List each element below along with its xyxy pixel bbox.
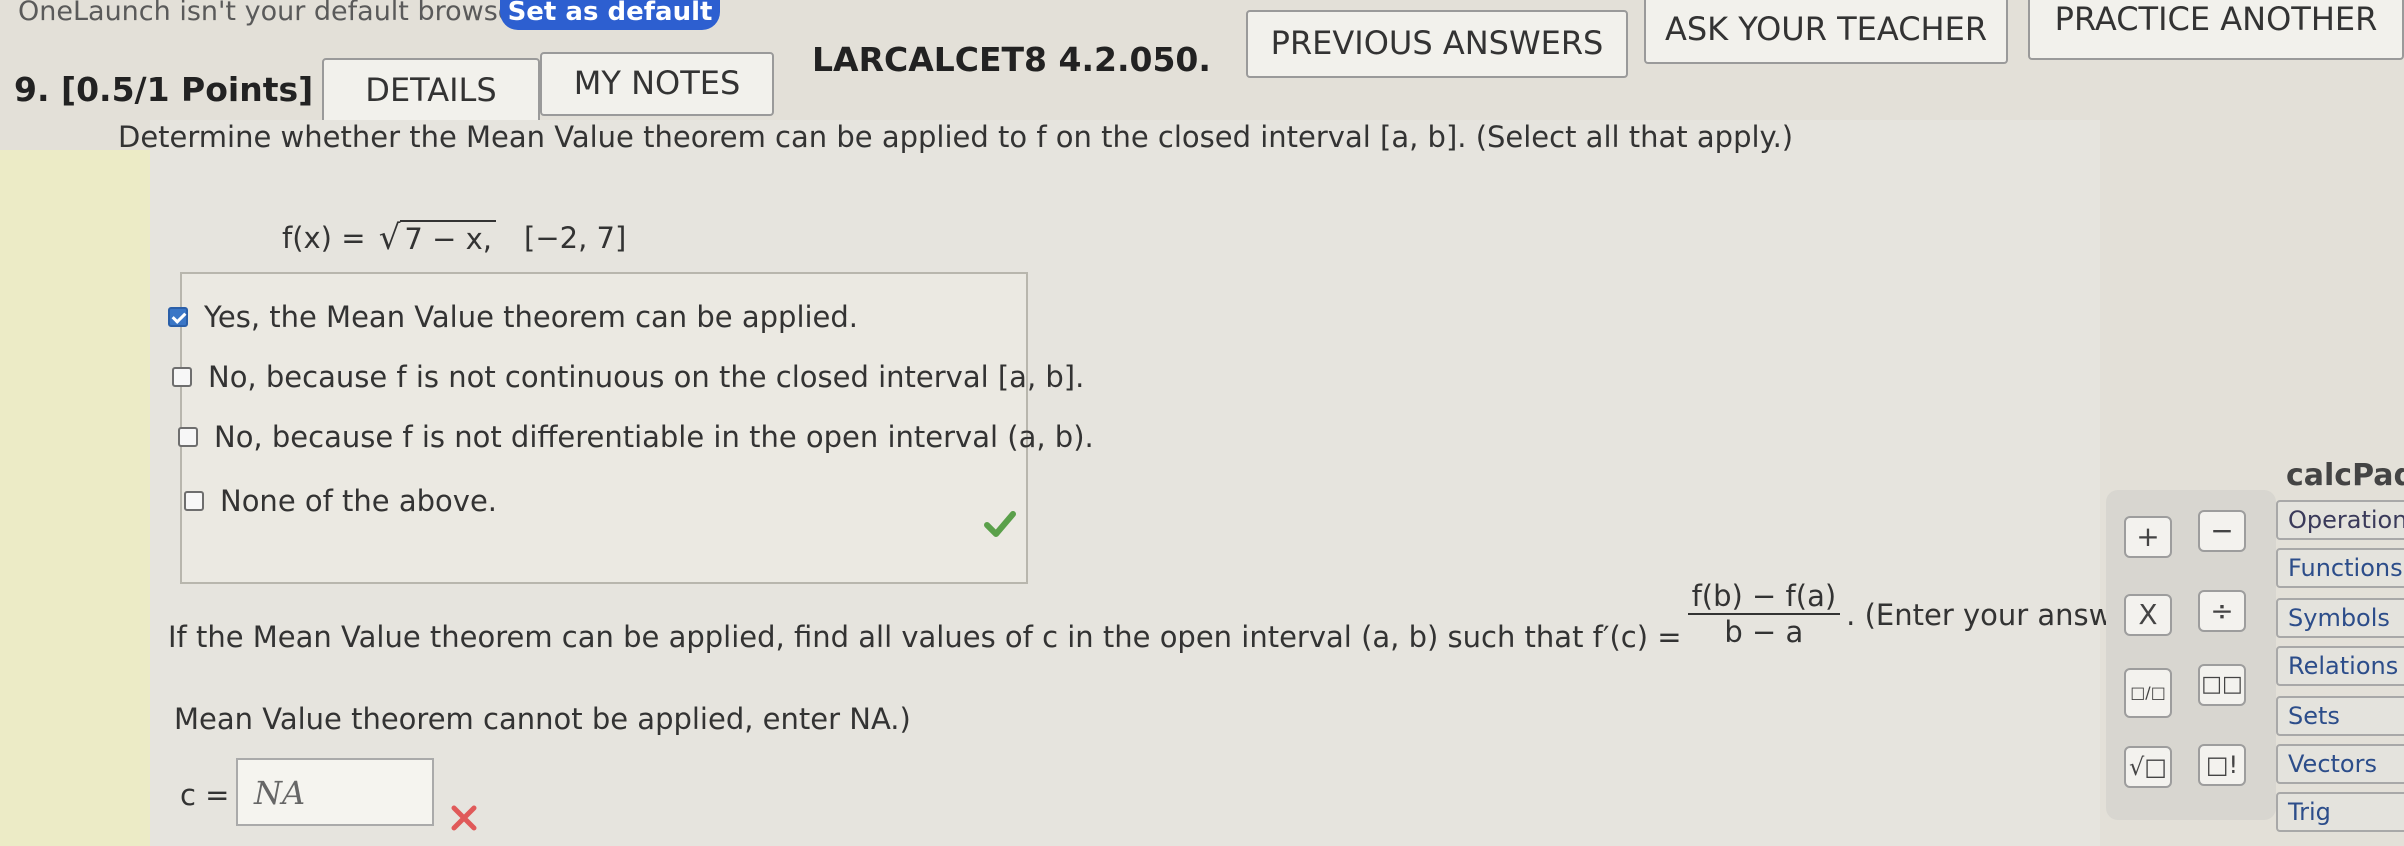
calcpad-menu-sets[interactable]: Sets — [2276, 696, 2404, 736]
fraction-numerator: f(b) − f(a) — [1687, 579, 1841, 615]
my-notes-button[interactable]: MY NOTES — [540, 52, 774, 116]
factorial-key[interactable]: □! — [2198, 744, 2246, 786]
part2-text-before: If the Mean Value theorem can be applied… — [168, 620, 1682, 654]
set-as-default-button[interactable]: Set as default — [500, 0, 720, 30]
checkbox-icon[interactable] — [178, 427, 198, 447]
minus-key[interactable]: − — [2198, 510, 2246, 552]
fraction-key[interactable]: □/□ — [2124, 668, 2172, 718]
practice-another-button[interactable]: PRACTICE ANOTHER — [2028, 0, 2404, 60]
question-prompt: Determine whether the Mean Value theorem… — [118, 120, 1794, 154]
function-lhs: f(x) = — [282, 221, 375, 255]
previous-answers-button[interactable]: PREVIOUS ANSWERS — [1246, 10, 1628, 78]
option-not-differentiable[interactable]: No, because f is not differentiable in t… — [178, 420, 1094, 454]
part2-line2: Mean Value theorem cannot be applied, en… — [174, 702, 911, 736]
option-not-continuous[interactable]: No, because f is not continuous on the c… — [172, 360, 1084, 394]
calcpad-menu-vectors[interactable]: Vectors — [2276, 744, 2404, 784]
exponent-key[interactable]: □□ — [2198, 664, 2246, 706]
checkbox-icon[interactable] — [184, 491, 204, 511]
plus-key[interactable]: + — [2124, 516, 2172, 558]
option-yes[interactable]: Yes, the Mean Value theorem can be appli… — [168, 300, 858, 334]
option-label: Yes, the Mean Value theorem can be appli… — [204, 300, 859, 334]
checkbox-icon[interactable] — [172, 367, 192, 387]
ask-your-teacher-button[interactable]: ASK YOUR TEACHER — [1644, 0, 2008, 64]
fraction-denominator: b − a — [1724, 615, 1804, 649]
correct-check-icon — [984, 508, 1016, 540]
details-button[interactable]: DETAILS — [322, 58, 540, 124]
calcpad-menu-relations[interactable]: Relations — [2276, 646, 2404, 686]
default-browser-notice: OneLaunch isn't your default browser — [18, 0, 526, 27]
part2-prompt: If the Mean Value theorem can be applied… — [168, 579, 2369, 654]
c-label: c = — [180, 778, 230, 812]
option-none[interactable]: None of the above. — [184, 484, 497, 518]
sqrt-key[interactable]: √□ — [2124, 746, 2172, 788]
checkbox-checked-icon[interactable] — [168, 307, 188, 327]
option-label: No, because f is not continuous on the c… — [208, 360, 1085, 394]
option-label: No, because f is not differentiable in t… — [214, 420, 1094, 454]
option-label: None of the above. — [220, 484, 498, 518]
left-highlight-band — [0, 150, 150, 846]
calcpad-menu-functions[interactable]: Functions — [2276, 548, 2404, 588]
c-answer-input[interactable]: NA — [236, 758, 434, 826]
mvt-fraction: f(b) − f(a) b − a — [1687, 579, 1841, 649]
divide-key[interactable]: ÷ — [2198, 590, 2246, 632]
calcpad-menu-trig[interactable]: Trig — [2276, 792, 2404, 832]
function-interval: [−2, 7] — [524, 221, 627, 255]
calcpad-menu-symbols[interactable]: Symbols — [2276, 598, 2404, 638]
sqrt-icon: √ — [378, 218, 401, 258]
multiply-key[interactable]: X — [2124, 594, 2172, 636]
calcpad-menu-operations[interactable]: Operations — [2276, 500, 2404, 540]
function-radicand: 7 − x, — [400, 220, 496, 256]
function-expression: f(x) = √ 7 − x, [−2, 7] — [282, 218, 626, 258]
calcpad-title: calcPad — [2286, 458, 2404, 493]
question-code: LARCALCET8 4.2.050. — [812, 40, 1211, 79]
incorrect-x-icon — [450, 804, 478, 832]
question-number-points: 9. [0.5/1 Points] — [14, 70, 314, 109]
